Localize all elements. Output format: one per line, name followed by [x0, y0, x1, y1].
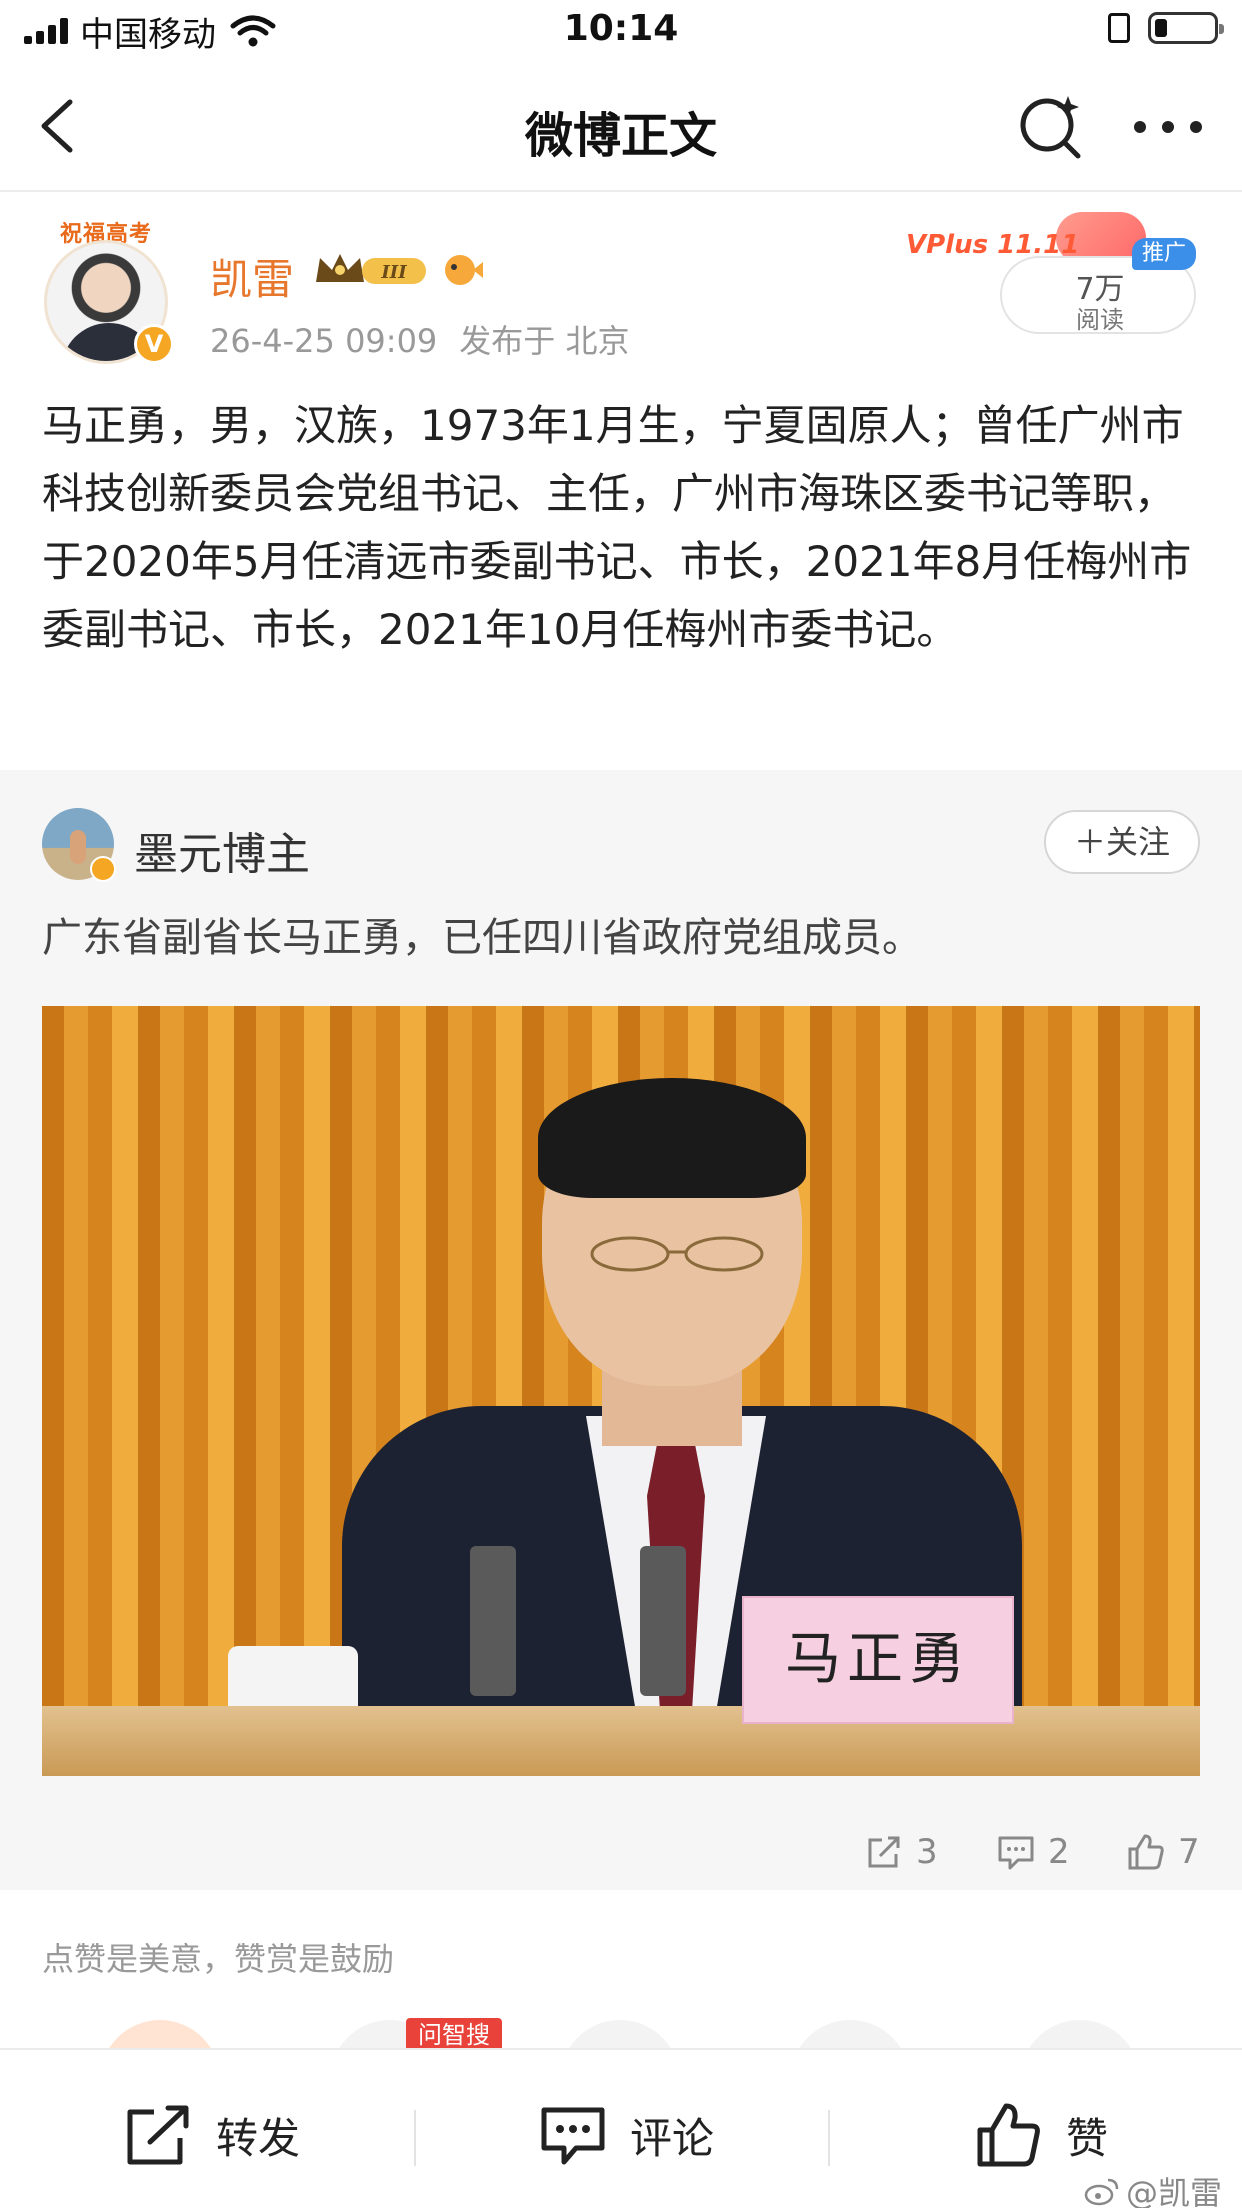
- like-icon: [1128, 1834, 1164, 1870]
- orientation-lock-icon: [1108, 13, 1130, 43]
- post-meta: 26-4-25 09:09 发布于 北京: [210, 316, 629, 362]
- comment-icon: [998, 1836, 1034, 1870]
- comment-label: 评论: [630, 2113, 715, 2163]
- photo-microphone: [640, 1546, 686, 1696]
- follow-button[interactable]: ＋关注: [1044, 810, 1200, 874]
- repost-verified-icon: [90, 856, 116, 882]
- author-name[interactable]: 凯雷: [210, 246, 294, 307]
- comment-count: 2: [1048, 1832, 1070, 1872]
- watermark-text: @凯雷: [1125, 2174, 1222, 2208]
- status-right: [1108, 12, 1224, 44]
- status-time: 10:14: [563, 8, 679, 49]
- comment-icon: [541, 2107, 605, 2165]
- divider: [414, 2110, 416, 2166]
- repost-author-name[interactable]: 墨元博主: [134, 818, 310, 882]
- repost-label: 转发: [216, 2113, 301, 2163]
- like-icon: [977, 2103, 1040, 2167]
- photo-microphone: [470, 1546, 516, 1696]
- verified-badge-icon: V: [134, 324, 174, 364]
- status-bar: 中国移动 10:14: [0, 0, 1242, 62]
- author-avatar[interactable]: 祝福高考 V: [38, 216, 174, 366]
- promo-read-count[interactable]: VPlus 11.11 7万 阅读 推广: [906, 208, 1206, 334]
- share-icon: [868, 1836, 900, 1868]
- fan-badge-icon[interactable]: [440, 250, 484, 290]
- battery-icon: [1148, 12, 1224, 44]
- post-text: 马正勇，男，汉族，1973年1月生，宁夏固原人；曾任广州市科技创新委员会党组书记…: [42, 401, 1192, 654]
- like-label: 赞: [1066, 2113, 1109, 2163]
- reposted-card[interactable]: 墨元博主 ＋关注 广东省副省长马正勇，已任四川省政府党组成员。 马正勇 3 2 …: [0, 770, 1242, 1890]
- repost-button[interactable]: 转发: [124, 2102, 300, 2168]
- repost-photo[interactable]: 马正勇: [42, 1006, 1200, 1776]
- reward-row: [0, 2010, 1242, 2080]
- more-icon[interactable]: [1128, 92, 1208, 162]
- photo-nameplate: 马正勇: [742, 1596, 1014, 1724]
- repost-comment-button[interactable]: 2: [996, 1828, 1070, 1876]
- like-count: 7: [1178, 1832, 1200, 1872]
- divider: [828, 2110, 830, 2166]
- promo-tag[interactable]: 推广: [1132, 238, 1196, 270]
- reward-text: 点赞是美意，赞赏是鼓励: [42, 1940, 395, 1978]
- post-location: 发布于 北京: [459, 322, 630, 360]
- ask-zhisou-tag[interactable]: 问智搜: [406, 2018, 502, 2052]
- repost-icon: [127, 2105, 189, 2165]
- watermark: @凯雷: [1084, 2168, 1222, 2208]
- like-button[interactable]: 赞: [974, 2102, 1108, 2168]
- photo-glasses: [590, 1236, 764, 1272]
- read-count-label: 阅读: [1076, 306, 1124, 334]
- repost-text: 广东省副省长马正勇，已任四川省政府党组成员。: [42, 915, 922, 961]
- photo-hair: [538, 1078, 806, 1198]
- member-crown-icon[interactable]: III: [312, 248, 432, 292]
- repost-like-button[interactable]: 7: [1126, 1828, 1200, 1876]
- repost-count: 3: [916, 1832, 938, 1872]
- comment-button[interactable]: 评论: [538, 2102, 714, 2168]
- photo-desk: [42, 1706, 1200, 1776]
- repost-actions: 3 2 7: [0, 1828, 1242, 1876]
- weibo-logo-icon: [1084, 2178, 1119, 2206]
- search-icon[interactable]: [1016, 92, 1086, 162]
- nav-bar: 微博正文: [0, 62, 1242, 192]
- bottom-action-bar: 转发 评论 赞 @凯雷: [0, 2048, 1242, 2208]
- repost-share-button[interactable]: 3: [864, 1828, 938, 1876]
- post-date: 26-4-25 09:09: [210, 322, 438, 360]
- level-badge-text: III: [380, 262, 407, 283]
